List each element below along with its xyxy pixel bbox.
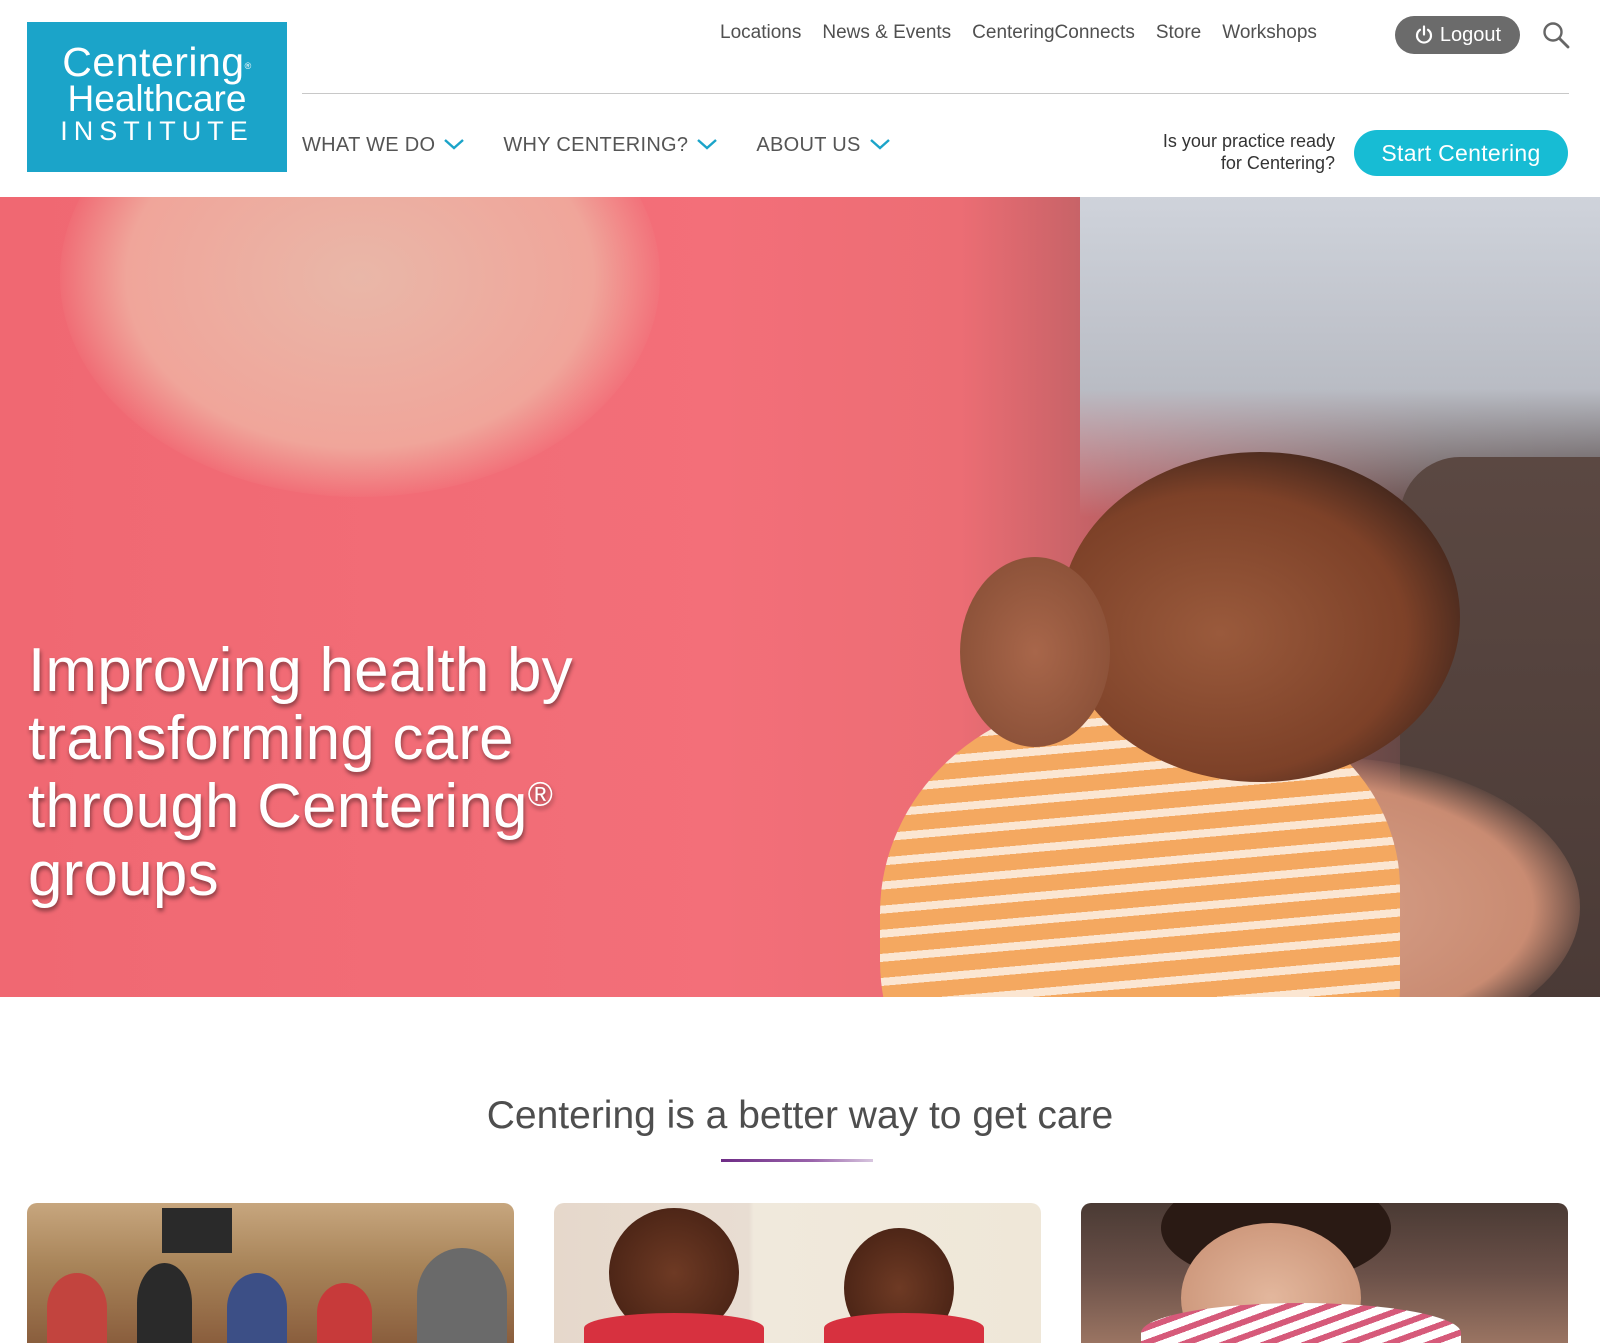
util-link-workshops[interactable]: Workshops xyxy=(1222,22,1317,44)
card-photo-person xyxy=(227,1273,287,1343)
hero-headline-line3: through Centering xyxy=(28,772,528,841)
card-photo-person xyxy=(137,1263,192,1343)
hero-headline-line1: Improving health by xyxy=(28,636,573,705)
hero-photo-shirt-collar xyxy=(60,197,660,497)
practice-ready-line2: for Centering? xyxy=(1220,153,1335,173)
hero-photo-baby-head xyxy=(1060,452,1460,782)
util-link-centeringconnects[interactable]: CenteringConnects xyxy=(972,22,1135,44)
hero-photo-baby-hand xyxy=(960,557,1110,747)
main-nav: WHAT WE DO WHY CENTERING? ABOUT US xyxy=(302,134,929,157)
hero-headline: Improving health by transforming care th… xyxy=(28,637,708,909)
power-icon xyxy=(1414,25,1434,45)
logo-wordmark-line3: INSTITUTE xyxy=(60,116,254,146)
logo-wordmark-line2: Healthcare xyxy=(67,78,247,119)
feature-card-mother-photo[interactable] xyxy=(1081,1203,1568,1343)
card-photo-tv xyxy=(162,1208,232,1253)
card-photo-person xyxy=(317,1283,372,1343)
chevron-down-icon xyxy=(696,134,718,157)
practice-ready-line1: Is your practice ready xyxy=(1162,131,1335,151)
logo[interactable]: Centering® Healthcare INSTITUTE xyxy=(27,22,287,172)
logout-label: Logout xyxy=(1439,23,1502,46)
utility-nav: Locations News & Events CenteringConnect… xyxy=(720,20,1338,46)
search-icon[interactable] xyxy=(1541,20,1571,50)
section-title: Centering is a better way to get care xyxy=(486,1094,1114,1137)
chevron-down-icon xyxy=(443,134,465,157)
nav-why-centering-label: WHY CENTERING? xyxy=(503,134,689,156)
hero-headline-line4: groups xyxy=(28,840,219,909)
logout-button[interactable]: Logout xyxy=(1395,16,1520,54)
hero-headline-line2: transforming care xyxy=(28,704,514,773)
feature-card-smiling-women-photo[interactable] xyxy=(554,1203,1041,1343)
start-centering-button[interactable]: Start Centering xyxy=(1354,130,1568,176)
section-title-underline xyxy=(721,1159,873,1162)
header-divider xyxy=(302,93,1569,94)
chevron-down-icon xyxy=(869,134,891,157)
registered-mark: ® xyxy=(527,775,553,814)
card-photo-person xyxy=(47,1273,107,1343)
site-header: Centering® Healthcare INSTITUTE Location… xyxy=(0,0,1600,197)
util-link-news-events[interactable]: News & Events xyxy=(822,22,951,44)
logo-wordmark-line1: Centering® xyxy=(62,39,252,85)
card-photo-shirt xyxy=(584,1313,764,1343)
card-photo-shirt xyxy=(824,1313,984,1343)
hero-banner: Improving health by transforming care th… xyxy=(0,197,1600,997)
feature-card-group-session-photo[interactable] xyxy=(27,1203,514,1343)
util-link-locations[interactable]: Locations xyxy=(720,22,801,44)
nav-what-we-do-label: WHAT WE DO xyxy=(302,134,436,156)
practice-ready-prompt: Is your practice ready for Centering? xyxy=(1130,130,1335,174)
nav-what-we-do[interactable]: WHAT WE DO xyxy=(302,134,465,157)
nav-about-us-label: ABOUT US xyxy=(756,134,861,156)
card-photo-person xyxy=(417,1248,507,1343)
util-link-store[interactable]: Store xyxy=(1156,22,1201,44)
nav-why-centering[interactable]: WHY CENTERING? xyxy=(503,134,718,157)
nav-about-us[interactable]: ABOUT US xyxy=(756,134,890,157)
